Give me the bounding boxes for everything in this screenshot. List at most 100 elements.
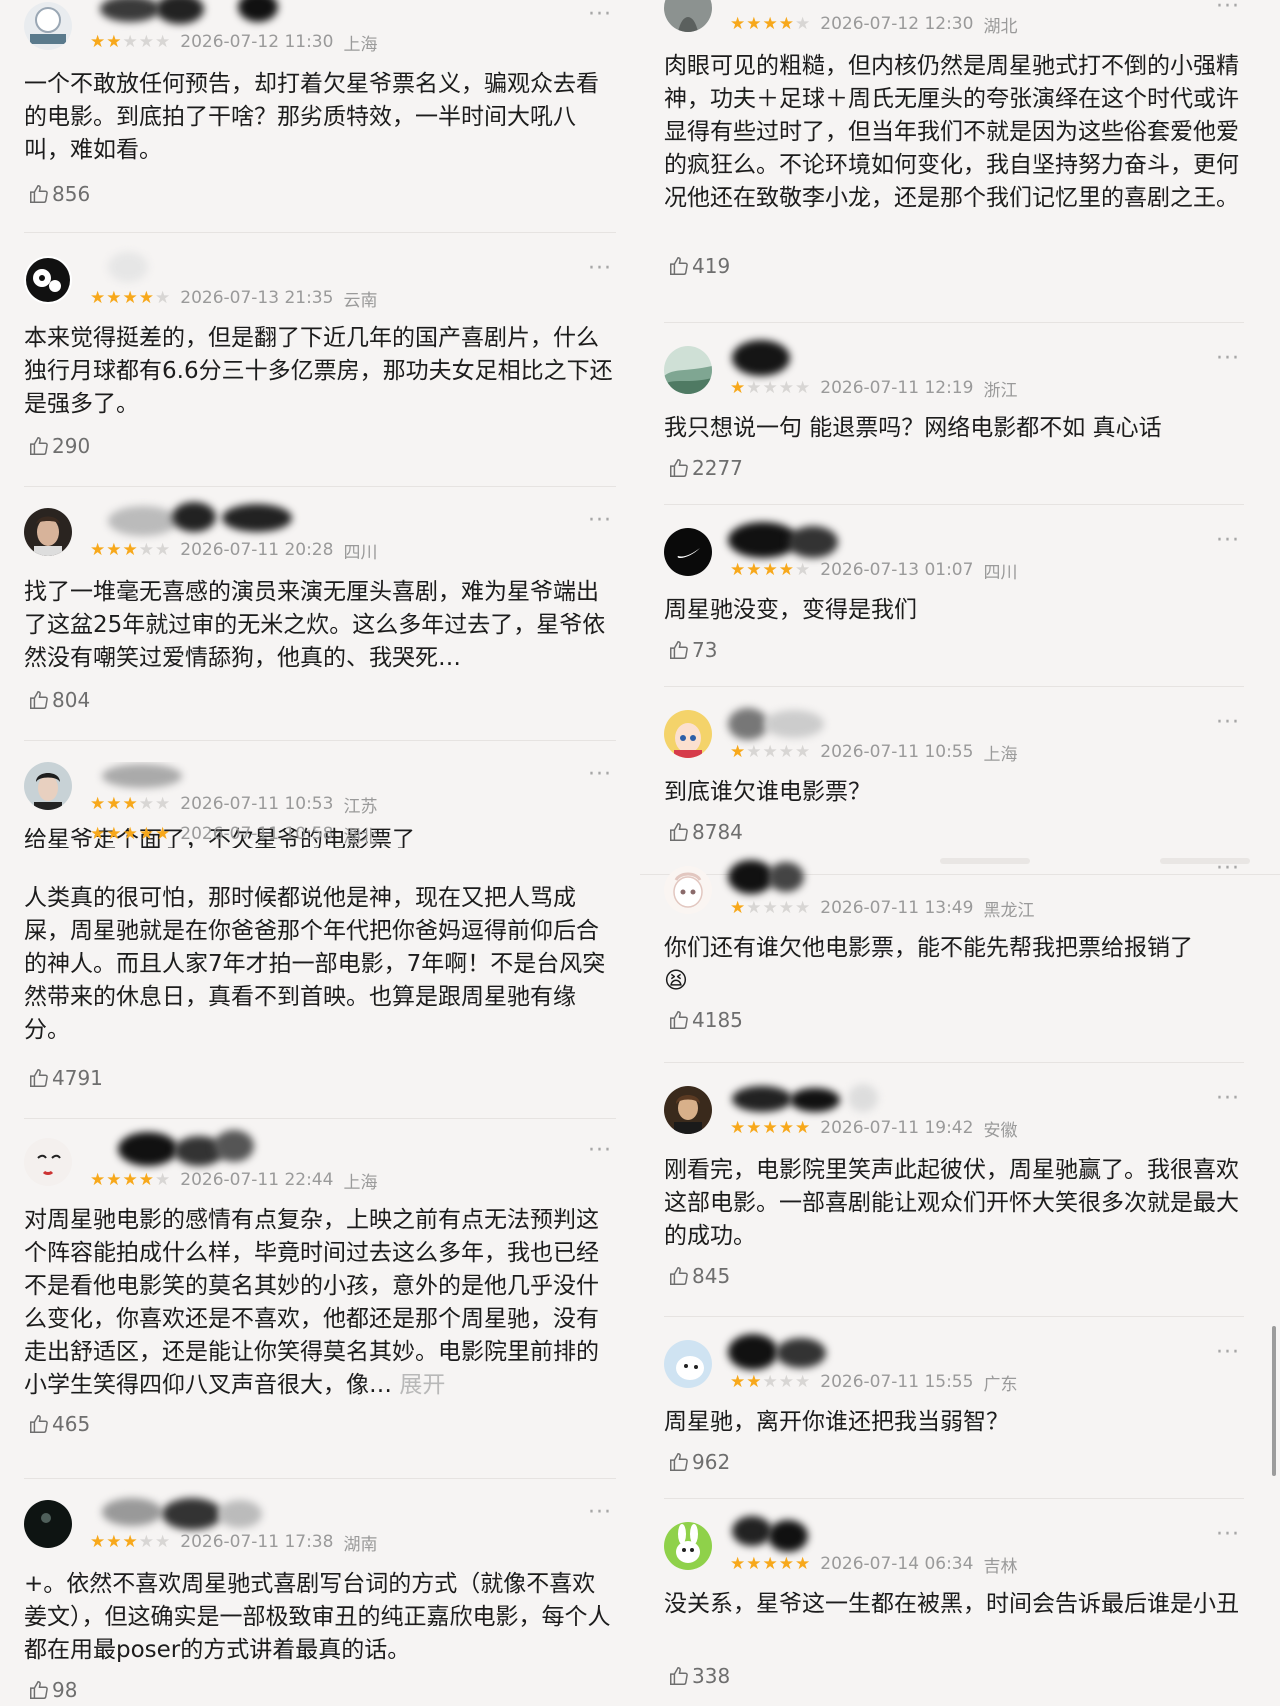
more-options-icon[interactable]: ··· (586, 764, 614, 786)
landscape-avatar-icon[interactable] (664, 346, 712, 394)
review-date: 2026-07-13 21:35 (180, 288, 334, 308)
like-button[interactable]: 4791 (28, 1064, 103, 1092)
more-options-icon[interactable]: ··· (1214, 1524, 1242, 1546)
rating-stars: ★ ★ ★ ★ ★ (90, 539, 171, 560)
sketch-face-avatar-icon[interactable] (24, 1138, 72, 1186)
star-empty-icon: ★ (138, 793, 154, 814)
star-filled-icon: ★ (90, 539, 106, 560)
more-options-icon[interactable]: ··· (1214, 858, 1242, 880)
more-options-icon[interactable]: ··· (1214, 0, 1242, 18)
thumbs-up-icon (30, 1681, 48, 1699)
logo-avatar-icon[interactable] (24, 2, 72, 50)
star-empty-icon: ★ (762, 377, 778, 398)
like-button[interactable]: 465 (28, 1410, 90, 1438)
rating-stars: ★ ★ ★ ★ ★ (730, 1555, 810, 1573)
star-empty-icon: ★ (795, 559, 811, 580)
star-filled-icon: ★ (122, 1531, 138, 1552)
expand-link[interactable]: 展开 (399, 1372, 445, 1398)
like-button[interactable]: 419 (668, 252, 730, 280)
like-count: 856 (52, 182, 91, 206)
review-card: ★ ★ ★ ★ ★ 2026-07-12 11:30 上海 ··· 一个不敢放任何预告，… (24, 0, 616, 206)
like-button[interactable]: 962 (668, 1448, 730, 1476)
dark-avatar-icon[interactable] (24, 1500, 72, 1548)
divider (664, 686, 1244, 687)
divider (24, 232, 616, 233)
more-options-icon[interactable]: ··· (586, 258, 614, 280)
star-filled-icon: ★ (106, 287, 122, 308)
like-button[interactable]: 98 (28, 1676, 77, 1704)
review-card: ★ ★ ★ ★ ★ 2026-07-11 15:55 广东 ··· 周星驰，离开你谁还把… (664, 1334, 1244, 1480)
review-card: ★ ★ ★ ★ ★ 2026-07-11 13:49 黑龙江 ··· 你们还有谁欠他电影… (664, 858, 1244, 1046)
more-options-icon[interactable]: ··· (1214, 1342, 1242, 1364)
star-filled-icon: ★ (730, 13, 746, 34)
boy-portrait-avatar-icon[interactable] (24, 762, 72, 810)
like-button[interactable]: 2277 (668, 454, 743, 482)
scrollbar-thumb[interactable] (1272, 1326, 1276, 1476)
thumbs-up-icon (670, 459, 688, 477)
review-text: 肉眼可见的粗糙，但内核仍然是周星驰式打不倒的小强精神，功夫＋足球＋周氏无厘头的夸… (664, 53, 1239, 211)
review-text: 周星驰没变，变得是我们 (664, 597, 917, 623)
divider (664, 322, 1244, 323)
like-button[interactable]: 856 (28, 180, 90, 208)
star-filled-icon: ★ (138, 287, 154, 308)
star-filled-icon: ★ (122, 823, 138, 844)
more-options-icon[interactable]: ··· (1214, 1088, 1242, 1110)
rating-stars: ★ ★ ★ ★ ★ (730, 1371, 810, 1392)
review-location: 湖北 (343, 826, 378, 847)
star-filled-icon: ★ (90, 31, 106, 52)
star-empty-icon: ★ (762, 897, 778, 918)
star-filled-icon: ★ (122, 793, 138, 814)
rating-stars: ★ ★ ★ ★ ★ (90, 1169, 170, 1190)
review-meta: ★ ★ ★ ★ ★ 2026-07-11 12:19 浙江 (730, 376, 1018, 401)
more-options-icon[interactable]: ··· (586, 1140, 614, 1162)
like-button[interactable]: 845 (668, 1262, 730, 1290)
star-filled-icon: ★ (762, 559, 778, 580)
star-empty-icon: ★ (762, 1371, 778, 1392)
star-filled-icon: ★ (730, 377, 746, 398)
star-filled-icon: ★ (106, 31, 122, 52)
review-date: 2026-07-11 19:42 (820, 1118, 974, 1138)
rabbit-avatar-icon[interactable] (664, 1522, 712, 1570)
review-location: 江苏 (343, 796, 378, 817)
star-empty-icon: ★ (155, 539, 171, 560)
star-filled-icon: ★ (138, 1169, 154, 1190)
review-location: 浙江 (983, 380, 1018, 401)
tired-face-emoji-icon: 😫 (664, 968, 688, 994)
grey-avatar-icon[interactable] (664, 0, 712, 32)
thumbs-up-icon (670, 257, 688, 275)
like-button[interactable]: 290 (28, 432, 90, 460)
review-card: ★ ★ ★ ★ ★ 2026-07-13 21:35 云南 ··· 本来觉得挺差的，但是… (24, 252, 616, 458)
nike-avatar-icon[interactable] (664, 528, 712, 576)
more-options-icon[interactable]: ··· (1214, 712, 1242, 734)
review-date: 2026-07-11 22:44 (180, 1170, 334, 1190)
like-button[interactable]: 338 (668, 1662, 730, 1690)
star-empty-icon: ★ (155, 31, 171, 52)
thumbs-up-icon (670, 1453, 688, 1471)
divider (24, 486, 616, 487)
star-empty-icon: ★ (778, 377, 794, 398)
man-portrait-avatar-icon[interactable] (24, 508, 72, 556)
cartoon-girl-avatar-icon[interactable] (664, 866, 712, 914)
like-button[interactable]: 4185 (668, 1006, 743, 1034)
more-options-icon[interactable]: ··· (586, 510, 614, 532)
more-options-icon[interactable]: ··· (1214, 530, 1242, 552)
like-count: 4185 (692, 1008, 743, 1032)
thumbs-up-icon (670, 641, 688, 659)
anime-girl-avatar-icon[interactable] (664, 710, 712, 758)
painting-portrait-avatar-icon[interactable] (664, 1086, 712, 1134)
puppy-avatar-icon[interactable] (664, 1340, 712, 1388)
star-filled-icon: ★ (138, 823, 154, 844)
review-location: 四川 (983, 562, 1018, 583)
like-button[interactable]: 73 (668, 636, 717, 664)
more-options-icon[interactable]: ··· (1214, 348, 1242, 370)
like-button[interactable]: 8784 (668, 818, 743, 846)
like-count: 4791 (52, 1066, 103, 1090)
thumbs-up-icon (30, 437, 48, 455)
review-meta: ★ ★ ★ ★ ★ 2026-07-11 22:44 上海 (90, 1168, 377, 1193)
panda-avatar-icon[interactable] (24, 256, 72, 304)
like-button[interactable]: 804 (28, 686, 90, 714)
more-options-icon[interactable]: ··· (586, 4, 614, 26)
review-location: 上海 (343, 34, 378, 55)
review-card: ★ ★ ★ ★ ★ 2026-07-11 19:42 安徽 ··· 刚看完，电影院里笑声… (664, 1084, 1244, 1306)
more-options-icon[interactable]: ··· (586, 1502, 614, 1524)
